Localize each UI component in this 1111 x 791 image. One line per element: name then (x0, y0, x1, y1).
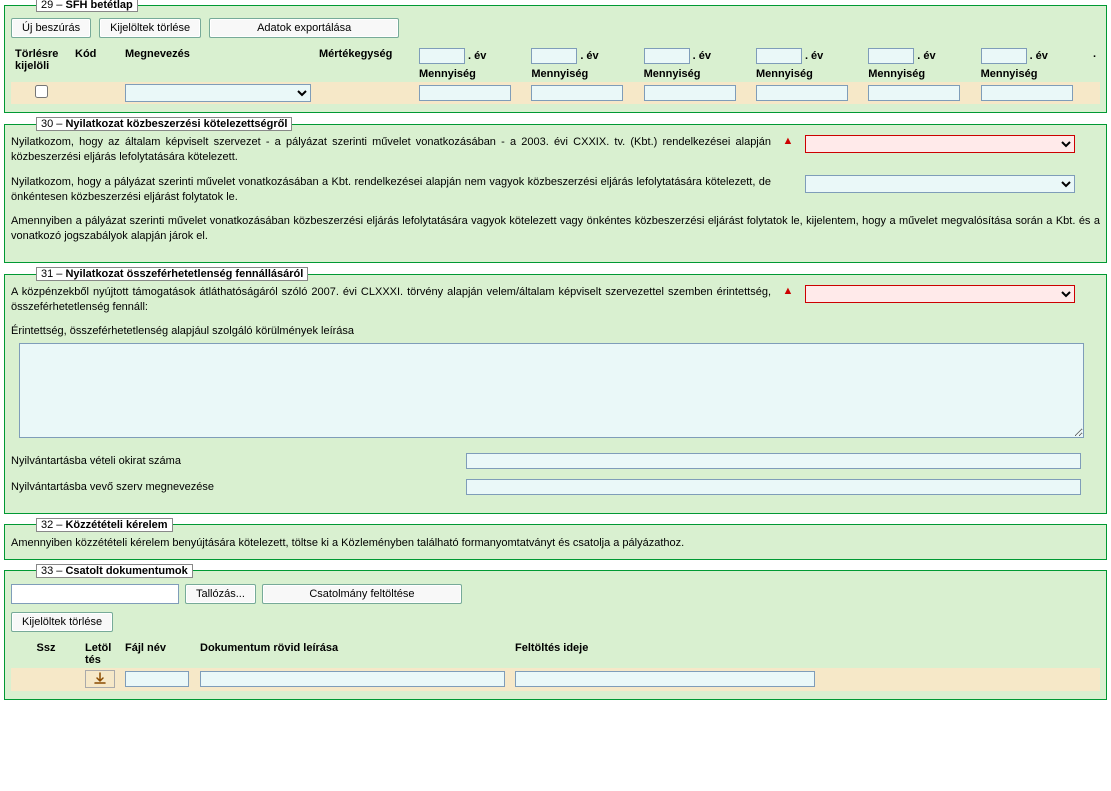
sfh-th-menny-1: Mennyiség (415, 66, 527, 82)
tallozas-button[interactable]: Tallózás... (185, 584, 256, 604)
sfh-th-menny-3: Mennyiség (640, 66, 752, 82)
s30-row2: Nyilatkozom, hogy a pályázat szerinti mű… (11, 175, 1100, 205)
section-csatolt-dok: 33 – Csatolt dokumentumok Tallózás... Cs… (4, 564, 1107, 700)
year-input-4[interactable] (756, 48, 802, 64)
s30-select-1[interactable] (805, 135, 1075, 153)
s30-p3: Amennyiben a pályázat szerinti művelet v… (11, 214, 1100, 244)
sfh-delete-checkbox[interactable] (35, 85, 48, 98)
sfh-th-menny-2: Mennyiség (527, 66, 639, 82)
section-33-legend: 33 – Csatolt dokumentumok (36, 564, 193, 578)
warning-icon: ▲ (781, 135, 795, 147)
sfh-table: Törlésre kijelöli Kód Megnevezés Mértéke… (11, 46, 1100, 104)
sfh-th-menny-6: Mennyiség (977, 66, 1089, 82)
sfh-th-megnevezes: Megnevezés (121, 46, 315, 82)
s30-p2: Nyilatkozom, hogy a pályázat szerinti mű… (11, 175, 771, 205)
s31-select-1[interactable] (805, 285, 1075, 303)
kijeloltek-torlese-button[interactable]: Kijelöltek törlése (99, 18, 201, 38)
sfh-th-menny-4: Mennyiség (752, 66, 864, 82)
docs-leiras-input[interactable] (200, 671, 505, 687)
sfh-button-row: Új beszúrás Kijelöltek törlése Adatok ex… (11, 18, 1100, 38)
s31-szam-input[interactable] (466, 453, 1081, 469)
download-button[interactable] (85, 670, 115, 688)
s31-leiras-textarea[interactable] (19, 343, 1084, 438)
section-osszeferhetetlenseg: 31 – Nyilatkozat összeférhetetlenség fen… (4, 267, 1107, 514)
sfh-qty-input-5[interactable] (868, 85, 960, 101)
s31-p1: A közpénzekből nyújtott támogatások átlá… (11, 285, 771, 315)
s31-szam-label: Nyilvántartásba vételi okirat száma (11, 455, 456, 467)
sfh-th-year-1: . év (415, 46, 527, 66)
docs-button-row: Kijelöltek törlése (11, 612, 1100, 632)
s30-row3: Amennyiben a pályázat szerinti művelet v… (11, 214, 1100, 244)
sfh-th-menny-5: Mennyiség (864, 66, 976, 82)
sfh-qty-input-6[interactable] (981, 85, 1073, 101)
section-sfh-betetlap: 29 – SFH betétlap Új beszúrás Kijelöltek… (4, 0, 1107, 113)
s31-row-szerv: Nyilvántartásba vevő szerv megnevezése (11, 479, 1100, 495)
sfh-th-year-2: . év (527, 46, 639, 66)
uj-beszuras-button[interactable]: Új beszúrás (11, 18, 91, 38)
sfh-qty-input-3[interactable] (644, 85, 736, 101)
sfh-th-year-5: . év (864, 46, 976, 66)
docs-kijeloltek-torlese-button[interactable]: Kijelöltek törlése (11, 612, 113, 632)
csatolmany-feltoltese-button[interactable]: Csatolmány feltöltése (262, 584, 462, 604)
s31-row1: A közpénzekből nyújtott támogatások átlá… (11, 285, 1100, 315)
docs-fajlnev-input[interactable] (125, 671, 189, 687)
s32-p1: Amennyiben közzétételi kérelem benyújtás… (11, 536, 1100, 551)
section-29-legend: 29 – SFH betétlap (36, 0, 138, 12)
sfh-code-select[interactable] (125, 84, 311, 102)
section-kozzeteteli: 32 – Közzétételi kérelem Amennyiben közz… (4, 518, 1107, 560)
sfh-th-torlesre: Törlésre kijelöli (11, 46, 71, 82)
year-input-5[interactable] (868, 48, 914, 64)
docs-th-fajlnev: Fájl név (121, 640, 196, 668)
sfh-th-year-4: . év (752, 46, 864, 66)
year-input-3[interactable] (644, 48, 690, 64)
sfh-table-row (11, 82, 1100, 104)
s31-szerv-input[interactable] (466, 479, 1081, 495)
download-icon (93, 672, 107, 686)
warning-icon: ▲ (781, 285, 795, 297)
sfh-th-kod: Kód (71, 46, 121, 82)
docs-table-row (11, 668, 1100, 691)
docs-table: Ssz Letöl tés Fájl név Dokumentum rövid … (11, 640, 1100, 691)
sfh-th-year-6: . év (977, 46, 1089, 66)
year-input-1[interactable] (419, 48, 465, 64)
s31-row-szam: Nyilvántartásba vételi okirat száma (11, 453, 1100, 469)
s31-szerv-label: Nyilvántartásba vevő szerv megnevezése (11, 481, 456, 493)
docs-th-ideje: Feltöltés ideje (511, 640, 1100, 668)
year-input-6[interactable] (981, 48, 1027, 64)
s30-p1: Nyilatkozom, hogy az általam képviselt s… (11, 135, 771, 165)
file-input[interactable] (11, 584, 179, 604)
sfh-qty-input-4[interactable] (756, 85, 848, 101)
adatok-exportalasa-button[interactable]: Adatok exportálása (209, 18, 399, 38)
sfh-th-year-3: . év (640, 46, 752, 66)
section-kozbeszerzesi: 30 – Nyilatkozat közbeszerzési kötelezet… (4, 117, 1107, 263)
sfh-th-mertekegyseg: Mértékegység (315, 46, 415, 82)
section-30-legend: 30 – Nyilatkozat közbeszerzési kötelezet… (36, 117, 292, 131)
s31-leiras-label: Érintettség, összeférhetetlenség alapjáu… (11, 325, 1100, 337)
s30-select-2[interactable] (805, 175, 1075, 193)
docs-th-ssz: Ssz (11, 640, 81, 668)
docs-ideje-input[interactable] (515, 671, 815, 687)
section-32-legend: 32 – Közzétételi kérelem (36, 518, 173, 532)
s30-row1: Nyilatkozom, hogy az általam képviselt s… (11, 135, 1100, 165)
year-input-2[interactable] (531, 48, 577, 64)
docs-th-letoltes: Letöl tés (81, 640, 121, 668)
docs-th-leiras: Dokumentum rövid leírása (196, 640, 511, 668)
sfh-qty-input-1[interactable] (419, 85, 511, 101)
section-31-legend: 31 – Nyilatkozat összeférhetetlenség fen… (36, 267, 308, 281)
attach-row: Tallózás... Csatolmány feltöltése (11, 584, 1100, 604)
sfh-th-dot: . (1089, 46, 1100, 82)
sfh-qty-input-2[interactable] (531, 85, 623, 101)
